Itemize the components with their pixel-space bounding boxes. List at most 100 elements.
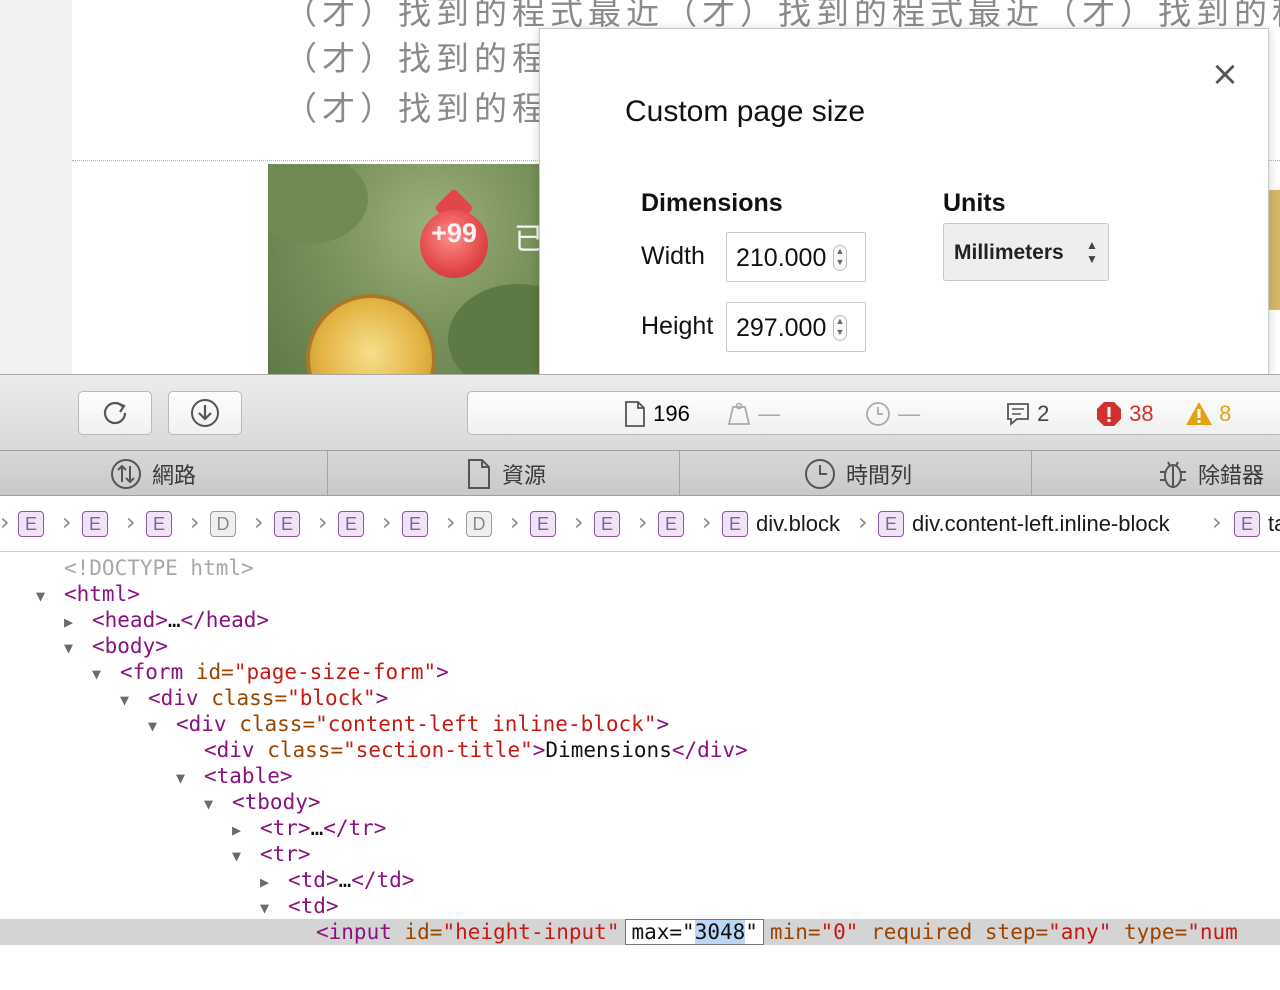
console-messages[interactable]: 2 [1005, 400, 1049, 428]
collapsed-triangle-icon[interactable]: ▶ [260, 869, 288, 895]
dom-node-doctype[interactable]: <!DOCTYPE html> [0, 555, 1280, 581]
attribute-name: required [871, 920, 973, 944]
console-errors-count: 38 [1129, 401, 1154, 427]
dom-node-td[interactable]: ▼ <td> [0, 893, 1280, 919]
dom-node-html[interactable]: ▼ <html> [0, 581, 1280, 607]
game-text: 已 [514, 222, 540, 257]
dom-node-table[interactable]: ▼ <table> [0, 763, 1280, 789]
tab-debugger[interactable]: 除錯器 [1032, 451, 1280, 495]
tab-resources[interactable]: 資源 [328, 451, 680, 495]
tag-text: <div [176, 712, 227, 736]
expanded-triangle-icon[interactable]: ▼ [148, 713, 176, 739]
breadcrumb-separator: › [1212, 508, 1222, 536]
dom-node-tr[interactable]: ▼ <tr> [0, 841, 1280, 867]
dom-node-div-block[interactable]: ▼ <div class="block"> [0, 685, 1280, 711]
console-errors[interactable]: 38 [1095, 400, 1154, 428]
console-warnings[interactable]: 8 [1185, 400, 1231, 428]
dom-node-input-selected[interactable]: <input id="height-input" max="3048" min="0… [0, 919, 1280, 945]
tag-text: > [375, 686, 389, 710]
reload-button[interactable] [78, 391, 152, 435]
dom-node-head[interactable]: ▶ <head>…</head> [0, 607, 1280, 633]
medal-icon [306, 294, 436, 374]
inspector-toolbar: 196 — — 2 38 8 [0, 374, 1280, 450]
tag-text: </head> [180, 608, 270, 632]
expanded-triangle-icon[interactable]: ▼ [64, 635, 92, 661]
element-badge-icon: E [722, 511, 748, 537]
dom-node-div-content-left[interactable]: ▼ <div class="content-left inline-block"> [0, 711, 1280, 737]
breadcrumb-item-content-left[interactable]: Ediv.content-left.inline-block [878, 511, 1170, 537]
units-selected-value: Millimeters [954, 241, 1064, 264]
activity-viewer: 196 — — 2 38 8 [467, 391, 1280, 435]
width-input[interactable]: 210.000 ▲ ▼ [726, 232, 866, 282]
collapsed-triangle-icon[interactable]: ▶ [64, 609, 92, 635]
expanded-triangle-icon[interactable]: ▼ [204, 791, 232, 817]
expanded-triangle-icon[interactable]: ▼ [120, 687, 148, 713]
game-screenshot-image: +99 已 [268, 164, 540, 374]
console-warnings-count: 8 [1219, 401, 1232, 427]
units-select[interactable]: Millimeters ▲ ▼ [943, 223, 1109, 281]
collapsed-ellipsis: … [310, 816, 324, 840]
dom-node-div-section-title[interactable]: <div class="section-title">Dimensions</d… [0, 737, 1280, 763]
breadcrumb-separator: › [62, 508, 72, 536]
expanded-triangle-icon[interactable]: ▼ [260, 895, 288, 921]
resource-count[interactable]: 196 [623, 400, 690, 428]
tab-timeline[interactable]: 時間列 [680, 451, 1032, 495]
expanded-triangle-icon[interactable]: ▼ [176, 765, 204, 791]
attribute-name: id= [195, 660, 234, 684]
tab-network[interactable]: 網路 [0, 451, 328, 495]
tag-text: > [532, 738, 546, 762]
breadcrumb-item[interactable]: E [530, 511, 556, 537]
breadcrumb-item[interactable]: E [658, 511, 684, 537]
breadcrumb-separator: › [446, 508, 456, 536]
tab-debugger-label: 除錯器 [1198, 464, 1265, 489]
breadcrumb-item[interactable]: E [82, 511, 108, 537]
element-badge-icon: E [82, 511, 108, 537]
resource-size[interactable]: — [726, 400, 780, 428]
element-badge-icon: E [658, 511, 684, 537]
breadcrumb-item[interactable]: E [594, 511, 620, 537]
dom-node-tr[interactable]: ▶ <tr>…</tr> [0, 815, 1280, 841]
breadcrumb-item[interactable]: D [466, 511, 492, 537]
element-badge-icon: E [594, 511, 620, 537]
download-button[interactable] [168, 391, 242, 435]
expanded-triangle-icon[interactable]: ▼ [36, 583, 64, 609]
tag-text: <tr> [260, 842, 311, 866]
dom-node-td[interactable]: ▶ <td>…</td> [0, 867, 1280, 893]
breadcrumb-item-div-block[interactable]: Ediv.block [722, 511, 840, 537]
breadcrumb-item[interactable]: E [402, 511, 428, 537]
message-icon [1007, 403, 1029, 427]
width-spinner[interactable]: ▲ ▼ [833, 245, 847, 271]
element-badge-icon: E [338, 511, 364, 537]
tag-text: <td> [288, 894, 339, 918]
height-input[interactable]: 297.000 ▲ ▼ [726, 302, 866, 352]
height-spinner[interactable]: ▲ ▼ [833, 315, 847, 341]
units-heading: Units [943, 189, 1006, 217]
close-icon[interactable]: × [1210, 57, 1240, 91]
collapsed-triangle-icon[interactable]: ▶ [232, 817, 260, 843]
expanded-triangle-icon[interactable]: ▼ [232, 843, 260, 869]
document-badge-icon: D [466, 511, 492, 537]
width-value: 210.000 [736, 244, 827, 272]
width-label: Width [641, 242, 705, 270]
attribute-name: type= [1124, 920, 1188, 944]
dom-node-form[interactable]: ▼ <form id="page-size-form"> [0, 659, 1280, 685]
breadcrumb-item-table[interactable]: Eta [1234, 511, 1280, 537]
load-time[interactable]: — [864, 400, 920, 428]
dom-node-body[interactable]: ▼ <body> [0, 633, 1280, 659]
breadcrumb-separator: › [858, 508, 868, 536]
breadcrumb-item[interactable]: E [338, 511, 364, 537]
attribute-edit-field[interactable]: max="3048" [625, 919, 764, 945]
breadcrumb-separator: › [318, 508, 328, 536]
attribute-value: "content-left inline-block" [315, 712, 657, 736]
breadcrumb-separator: › [382, 508, 392, 536]
breadcrumb-separator: › [638, 508, 648, 536]
attribute-value: "height-input" [442, 920, 620, 944]
breadcrumb-item[interactable]: E [274, 511, 300, 537]
breadcrumb-item[interactable]: E [18, 511, 44, 537]
debugger-icon [1160, 461, 1186, 488]
dom-node-tbody[interactable]: ▼ <tbody> [0, 789, 1280, 815]
breadcrumb-item[interactable]: D [210, 511, 236, 537]
expanded-triangle-icon[interactable]: ▼ [92, 661, 120, 687]
tag-text: > [436, 660, 449, 684]
breadcrumb-item[interactable]: E [146, 511, 172, 537]
